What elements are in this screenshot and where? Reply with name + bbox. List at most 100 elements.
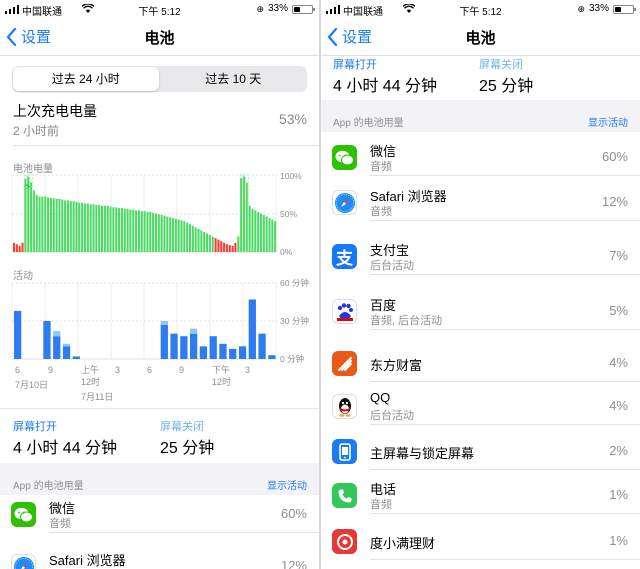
activity-bar-screen-on [72, 356, 80, 359]
battery-bar [135, 210, 138, 252]
battery-percent: 33% [588, 3, 609, 14]
activity-tick-60: 60 分钟 [280, 278, 309, 288]
battery-bar [208, 235, 211, 252]
battery-bar [177, 219, 180, 252]
screen-on-label: 屏幕打开 [333, 59, 377, 71]
battery-bar [234, 242, 237, 252]
screen-off-value: 25 分钟 [479, 78, 534, 95]
battery-bar [44, 196, 47, 252]
battery-bar [248, 205, 251, 252]
battery-bar [21, 242, 24, 252]
x-date-jul11: 7月11日 [81, 392, 114, 402]
row-separator [370, 513, 640, 514]
activity-bar-screen-on [62, 346, 71, 359]
home-lock-screen-icon [332, 439, 357, 464]
battery-bar [189, 224, 192, 252]
row-separator [370, 175, 640, 176]
battery-bar [268, 218, 271, 252]
screen-on-value: 4 小时 44 分钟 [333, 78, 438, 95]
app-row[interactable]: 支支付宝 后台活动 7% [321, 238, 640, 274]
x-tick-3am: 3 [115, 365, 121, 375]
wechat-icon [11, 502, 36, 527]
battery-bar [38, 196, 41, 252]
app-row[interactable]: 主屏幕与锁定屏幕 2% [321, 433, 640, 469]
battery-bar [154, 213, 157, 252]
activity-bar-screen-on [14, 310, 22, 359]
baidu-icon [332, 299, 357, 324]
battery-screen-left: 中国联通 下午 5:12 ⊕ 33% 设置 电池 过去 24 小时 过去 10 … [0, 0, 319, 569]
battery-bar [146, 211, 149, 252]
row-separator [370, 274, 640, 275]
activity-bar-screen-on [190, 333, 198, 359]
battery-bar [75, 201, 78, 252]
x-tick-noon-hour: 12时 [212, 377, 232, 387]
app-row[interactable]: Safari 浏览器音频12% [0, 548, 319, 569]
row-separator [370, 220, 640, 221]
row-separator [370, 329, 640, 330]
battery-bar [52, 198, 55, 252]
app-row[interactable]: QQ 后台活动 4% [321, 388, 640, 424]
battery-bar [262, 215, 265, 252]
show-activity-button[interactable]: 显示活动 [267, 477, 307, 492]
show-activity-button[interactable]: 显示活动 [588, 114, 628, 129]
battery-bar [58, 198, 61, 252]
activity-bar-screen-on [199, 346, 208, 359]
usage-header: App 的电池用量 [333, 118, 404, 129]
battery-bar [123, 208, 126, 252]
battery-bar [78, 202, 81, 252]
battery-bar [149, 211, 152, 252]
row-separator [370, 381, 640, 382]
screen-on-value: 4 小时 44 分钟 [13, 440, 118, 457]
battery-bar [81, 202, 84, 252]
battery-bar [163, 215, 166, 252]
battery-bar [251, 208, 254, 252]
app-row[interactable]: 微信 音频 60% [321, 139, 640, 175]
battery-bar [152, 212, 155, 252]
app-name: QQ [370, 390, 391, 405]
app-row[interactable]: 东方财富 4% [321, 345, 640, 381]
app-usage-type: 后台活动 [370, 410, 414, 422]
battery-bar [137, 210, 140, 252]
usage-section-header: App 的电池用量 显示活动 [321, 100, 640, 132]
activity-bar-screen-on [219, 343, 227, 359]
battery-bar [160, 215, 163, 252]
safari-icon [11, 554, 36, 569]
activity-bar-screen-on [238, 346, 247, 359]
app-row[interactable]: 度小满理财 1% [321, 523, 640, 559]
row-separator [370, 469, 640, 470]
battery-bar [18, 245, 21, 252]
app-usage-type: 音频 [49, 518, 71, 530]
battery-bar [66, 200, 69, 252]
activity-bar-screen-off [160, 321, 168, 325]
battery-bar [223, 242, 226, 252]
navigation-bar: 设置 电池 [321, 18, 640, 56]
battery-icon [613, 5, 636, 14]
battery-bar [98, 205, 101, 252]
battery-bar [120, 208, 123, 252]
battery-bar [257, 211, 260, 252]
app-row[interactable]: 电话 音频 1% [321, 477, 640, 513]
battery-bar [13, 242, 16, 252]
app-row[interactable]: 微信 音频 60% [0, 496, 319, 532]
activity-bar-screen-on [258, 333, 266, 359]
activity-bar-screen-on [170, 333, 178, 359]
app-usage-type: 后台活动 [370, 260, 414, 272]
wechat-icon [332, 145, 357, 170]
x-tick-6am: 6 [15, 365, 21, 375]
battery-bar [194, 227, 197, 252]
page-title: 电池 [465, 30, 496, 47]
battery-bar [89, 204, 92, 252]
battery-bar [83, 203, 87, 252]
battery-bar [180, 220, 183, 252]
battery-bar [211, 236, 214, 252]
battery-bar [274, 221, 277, 252]
battery-bar [35, 195, 38, 252]
app-row[interactable]: 百度 音频, 后台活动 5% [321, 293, 640, 329]
activity-tick-30: 30 分钟 [280, 316, 309, 326]
battery-bar [157, 214, 160, 252]
app-row[interactable]: Safari 浏览器音频12% [321, 184, 640, 220]
usage-section-header: App 的电池用量 显示活动 [0, 463, 319, 495]
battery-bar [237, 236, 240, 252]
activity-bar-screen-on [248, 299, 256, 359]
app-battery-percent: 7% [609, 248, 628, 263]
